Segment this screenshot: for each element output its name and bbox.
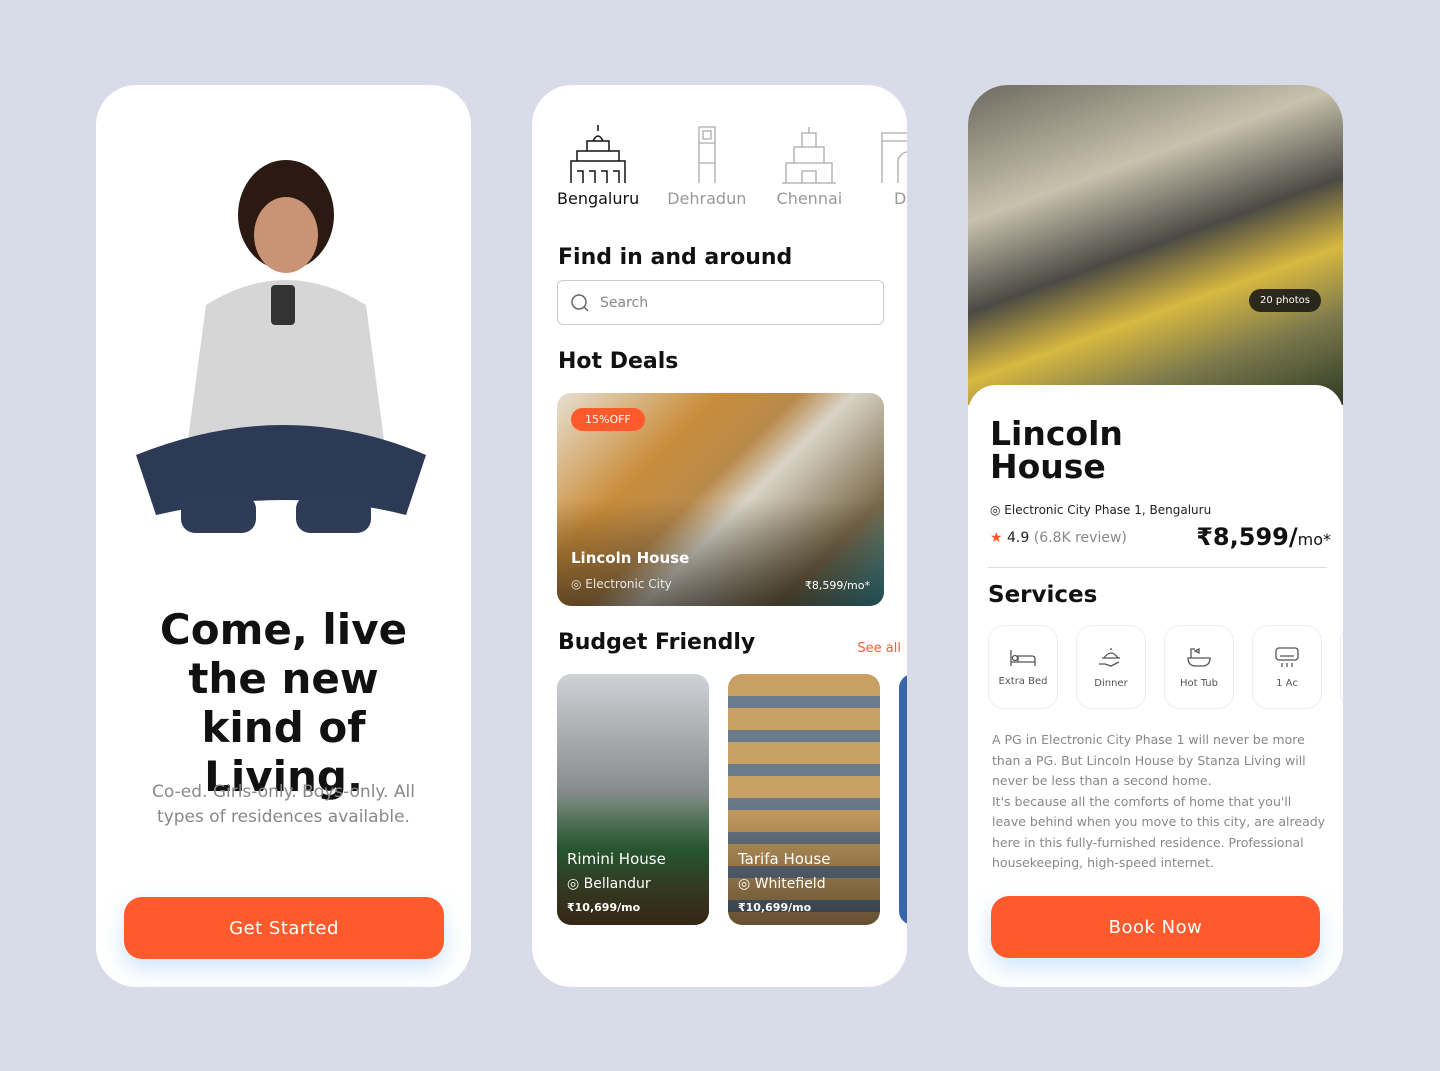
find-title: Find in and around [558, 245, 793, 270]
service-partial[interactable] [1340, 625, 1343, 709]
budget-name: Rimini House [567, 850, 666, 868]
get-started-button[interactable]: Get Started [124, 897, 444, 959]
budget-title: Budget Friendly [558, 630, 756, 655]
detail-screen: 20 photos Lincoln House ◎ Electronic Cit… [968, 85, 1343, 987]
service-ac[interactable]: 1 Ac [1252, 625, 1322, 709]
price: ₹8,599/mo* [1196, 523, 1331, 551]
deal-location: ◎ Electronic City [571, 577, 672, 591]
search-input[interactable]: Search [557, 280, 884, 325]
discount-badge: 15%OFF [571, 408, 645, 431]
headline: Come, live the new kind of Living. [159, 605, 408, 801]
budget-card-partial[interactable] [899, 674, 907, 925]
bed-icon [1010, 649, 1036, 666]
hot-deals-title: Hot Deals [558, 349, 679, 374]
palace-icon [570, 125, 626, 183]
dinner-icon [1099, 647, 1120, 667]
city-dehradun[interactable]: Dehradun [667, 123, 746, 208]
location-pin-icon: ◎ [567, 876, 584, 892]
service-dinner[interactable]: Dinner [1076, 625, 1146, 709]
see-all-link[interactable]: See all [857, 641, 901, 656]
photo-count-badge[interactable]: 20 photos [1249, 289, 1321, 312]
budget-price: ₹10,699/mo [738, 901, 812, 914]
divider [988, 567, 1327, 568]
book-now-button[interactable]: Book Now [991, 896, 1320, 958]
budget-price: ₹10,699/mo [567, 901, 641, 914]
ac-icon [1275, 646, 1299, 667]
clock-tower-icon [698, 126, 716, 183]
deal-price: ₹8,599/mo* [804, 579, 870, 592]
city-bengaluru[interactable]: Bengaluru [557, 123, 639, 208]
onboarding-screen: Come, live the new kind of Living. Co-ed… [96, 85, 471, 987]
service-hot-tub[interactable]: Hot Tub [1164, 625, 1234, 709]
budget-card[interactable]: Tarifa House ◎ Whitefield ₹10,699/mo [728, 674, 880, 925]
location-pin-icon: ◎ [990, 503, 1005, 517]
location-pin-icon: ◎ [571, 577, 586, 591]
deal-name: Lincoln House [571, 549, 690, 567]
description: A PG in Electronic City Phase 1 will nev… [992, 732, 1326, 870]
budget-card[interactable]: Rimini House ◎ Bellandur ₹10,699/mo [557, 674, 709, 925]
gate-icon [881, 132, 907, 183]
subtitle: Co-ed. Girls-only. Boys-only. All types … [152, 782, 415, 827]
city-chennai[interactable]: Chennai [774, 123, 844, 208]
city-selector: Bengaluru Dehradun Chennai Del [557, 123, 907, 208]
address: ◎ Electronic City Phase 1, Bengaluru [990, 503, 1212, 517]
services-title: Services [988, 582, 1098, 608]
person-illustration [136, 160, 426, 533]
service-extra-bed[interactable]: Extra Bed [988, 625, 1058, 709]
budget-location: ◎ Whitefield [738, 876, 826, 892]
star-icon: ★ [990, 530, 1003, 546]
budget-location: ◎ Bellandur [567, 876, 651, 892]
temple-icon [782, 127, 837, 184]
city-delhi[interactable]: Del [872, 123, 907, 208]
hot-deal-card[interactable]: 15%OFF Lincoln House ◎ Electronic City ₹… [557, 393, 884, 606]
bathtub-icon [1187, 647, 1211, 667]
budget-name: Tarifa House [738, 850, 831, 868]
home-screen: Bengaluru Dehradun Chennai Del Find in a… [532, 85, 907, 987]
search-icon [571, 293, 589, 312]
rating: ★ 4.9 (6.8K review) [990, 530, 1127, 546]
location-pin-icon: ◎ [738, 876, 755, 892]
property-photo[interactable]: 20 photos [968, 85, 1343, 405]
property-name: Lincoln House [990, 414, 1123, 486]
search-placeholder: Search [600, 294, 649, 311]
